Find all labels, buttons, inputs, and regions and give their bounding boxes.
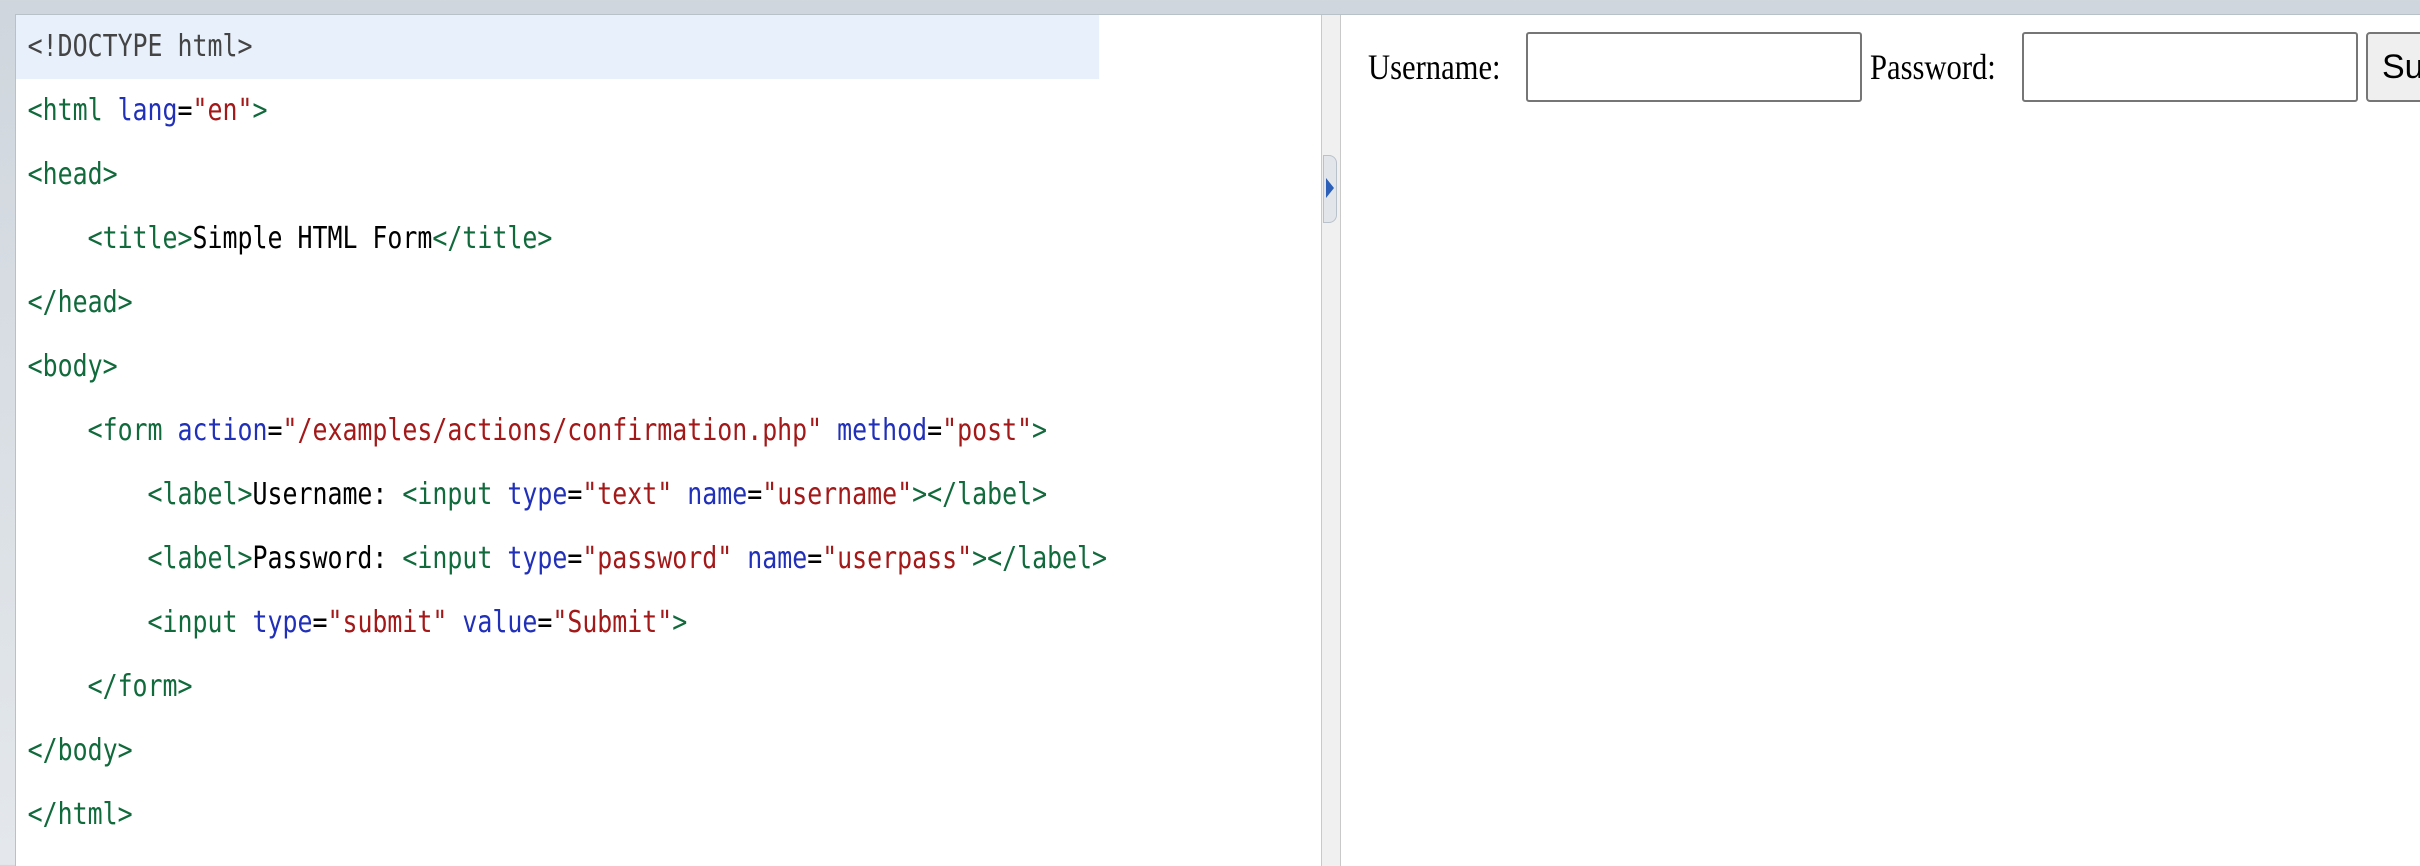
username-label: Username: (1368, 46, 1524, 88)
code-token: "/examples/actions/confirmation.php" (282, 413, 823, 448)
code-token: <form (87, 413, 178, 448)
code-token: <input (147, 605, 253, 640)
code-line[interactable]: </head> (16, 271, 1099, 335)
username-input[interactable] (1525, 32, 1862, 102)
code-token: "submit" (327, 605, 448, 640)
code-token: </title> (432, 221, 553, 256)
code-token: type (252, 605, 313, 640)
code-token: </form> (87, 669, 193, 704)
code-token: <html (27, 93, 118, 128)
code-token: lang (117, 93, 178, 128)
code-line[interactable]: <head> (16, 143, 1099, 207)
code-token: "text" (582, 477, 673, 512)
username-label-text: Username: (1368, 47, 1501, 87)
password-input[interactable] (2021, 32, 2358, 102)
simple-form: Username: Password: Submit (1368, 31, 2420, 103)
code-line[interactable]: <title>Simple HTML Form</title> (16, 207, 1099, 271)
code-token: = (567, 541, 583, 576)
code-token: <!DOCTYPE html> (27, 29, 253, 64)
code-editor[interactable]: <!DOCTYPE html> <html lang="en"> <head> <t… (16, 15, 1321, 866)
code-token: "password" (582, 541, 733, 576)
code-token: <title> (87, 221, 193, 256)
code-token: "username" (762, 477, 913, 512)
code-token: = (267, 413, 283, 448)
code-token: = (567, 477, 583, 512)
code-line[interactable]: <!DOCTYPE html> (16, 15, 1100, 79)
code-token: type (507, 477, 568, 512)
code-token: Password: (252, 541, 403, 576)
code-token: ></label> (972, 541, 1108, 576)
code-line[interactable]: <html lang="en"> (16, 79, 1099, 143)
code-token: = (807, 541, 823, 576)
code-token: Simple HTML Form (192, 221, 433, 256)
code-line[interactable]: </form> (16, 655, 1099, 719)
tryit-window: <!DOCTYPE html> <html lang="en"> <head> <t… (15, 14, 2420, 866)
code-token: = (537, 605, 553, 640)
code-token: name (687, 477, 748, 512)
code-token: type (507, 541, 568, 576)
code-token: </html> (27, 797, 133, 832)
code-line[interactable]: <form action="/examples/actions/confirma… (16, 399, 1099, 463)
code-token: > (252, 93, 268, 128)
submit-button[interactable]: Submit (2365, 32, 2420, 102)
collapse-arrow-icon[interactable] (1323, 155, 1337, 223)
code-token: value (462, 605, 538, 640)
code-token: = (927, 413, 943, 448)
code-token: = (747, 477, 763, 512)
code-line[interactable]: </body> (16, 719, 1099, 783)
code-token: </body> (27, 733, 133, 768)
code-token: <label> (147, 477, 253, 512)
code-token: <label> (147, 541, 253, 576)
code-token: > (1032, 413, 1048, 448)
password-label: Password: (1870, 46, 2018, 88)
code-token: "userpass" (822, 541, 973, 576)
code-token: Username: (252, 477, 403, 512)
code-line[interactable]: <body> (16, 335, 1099, 399)
code-token: <head> (27, 157, 118, 192)
code-token: name (747, 541, 808, 576)
code-token: = (177, 93, 193, 128)
code-line[interactable]: <input type="submit" value="Submit"> (16, 591, 1099, 655)
code-token: "en" (192, 93, 253, 128)
code-token: <input (402, 477, 508, 512)
code-token: = (312, 605, 328, 640)
code-token: "Submit" (552, 605, 673, 640)
code-token: > (672, 605, 688, 640)
code-token: ></label> (912, 477, 1048, 512)
code-token: </head> (27, 285, 133, 320)
password-label-text: Password: (1869, 47, 1996, 87)
code-line[interactable]: <label>Username: <input type="text" name… (16, 463, 1099, 527)
code-token: "post" (942, 413, 1033, 448)
code-token: method (837, 413, 928, 448)
code-line[interactable]: </html> (16, 783, 1099, 847)
result-preview: Username: Password: Submit (1341, 15, 2420, 866)
code-token: <input (402, 541, 508, 576)
code-token: action (177, 413, 268, 448)
pane-splitter[interactable] (1321, 15, 1341, 866)
code-line[interactable]: <label>Password: <input type="password" … (16, 527, 1107, 591)
code-token: <body> (27, 349, 118, 384)
